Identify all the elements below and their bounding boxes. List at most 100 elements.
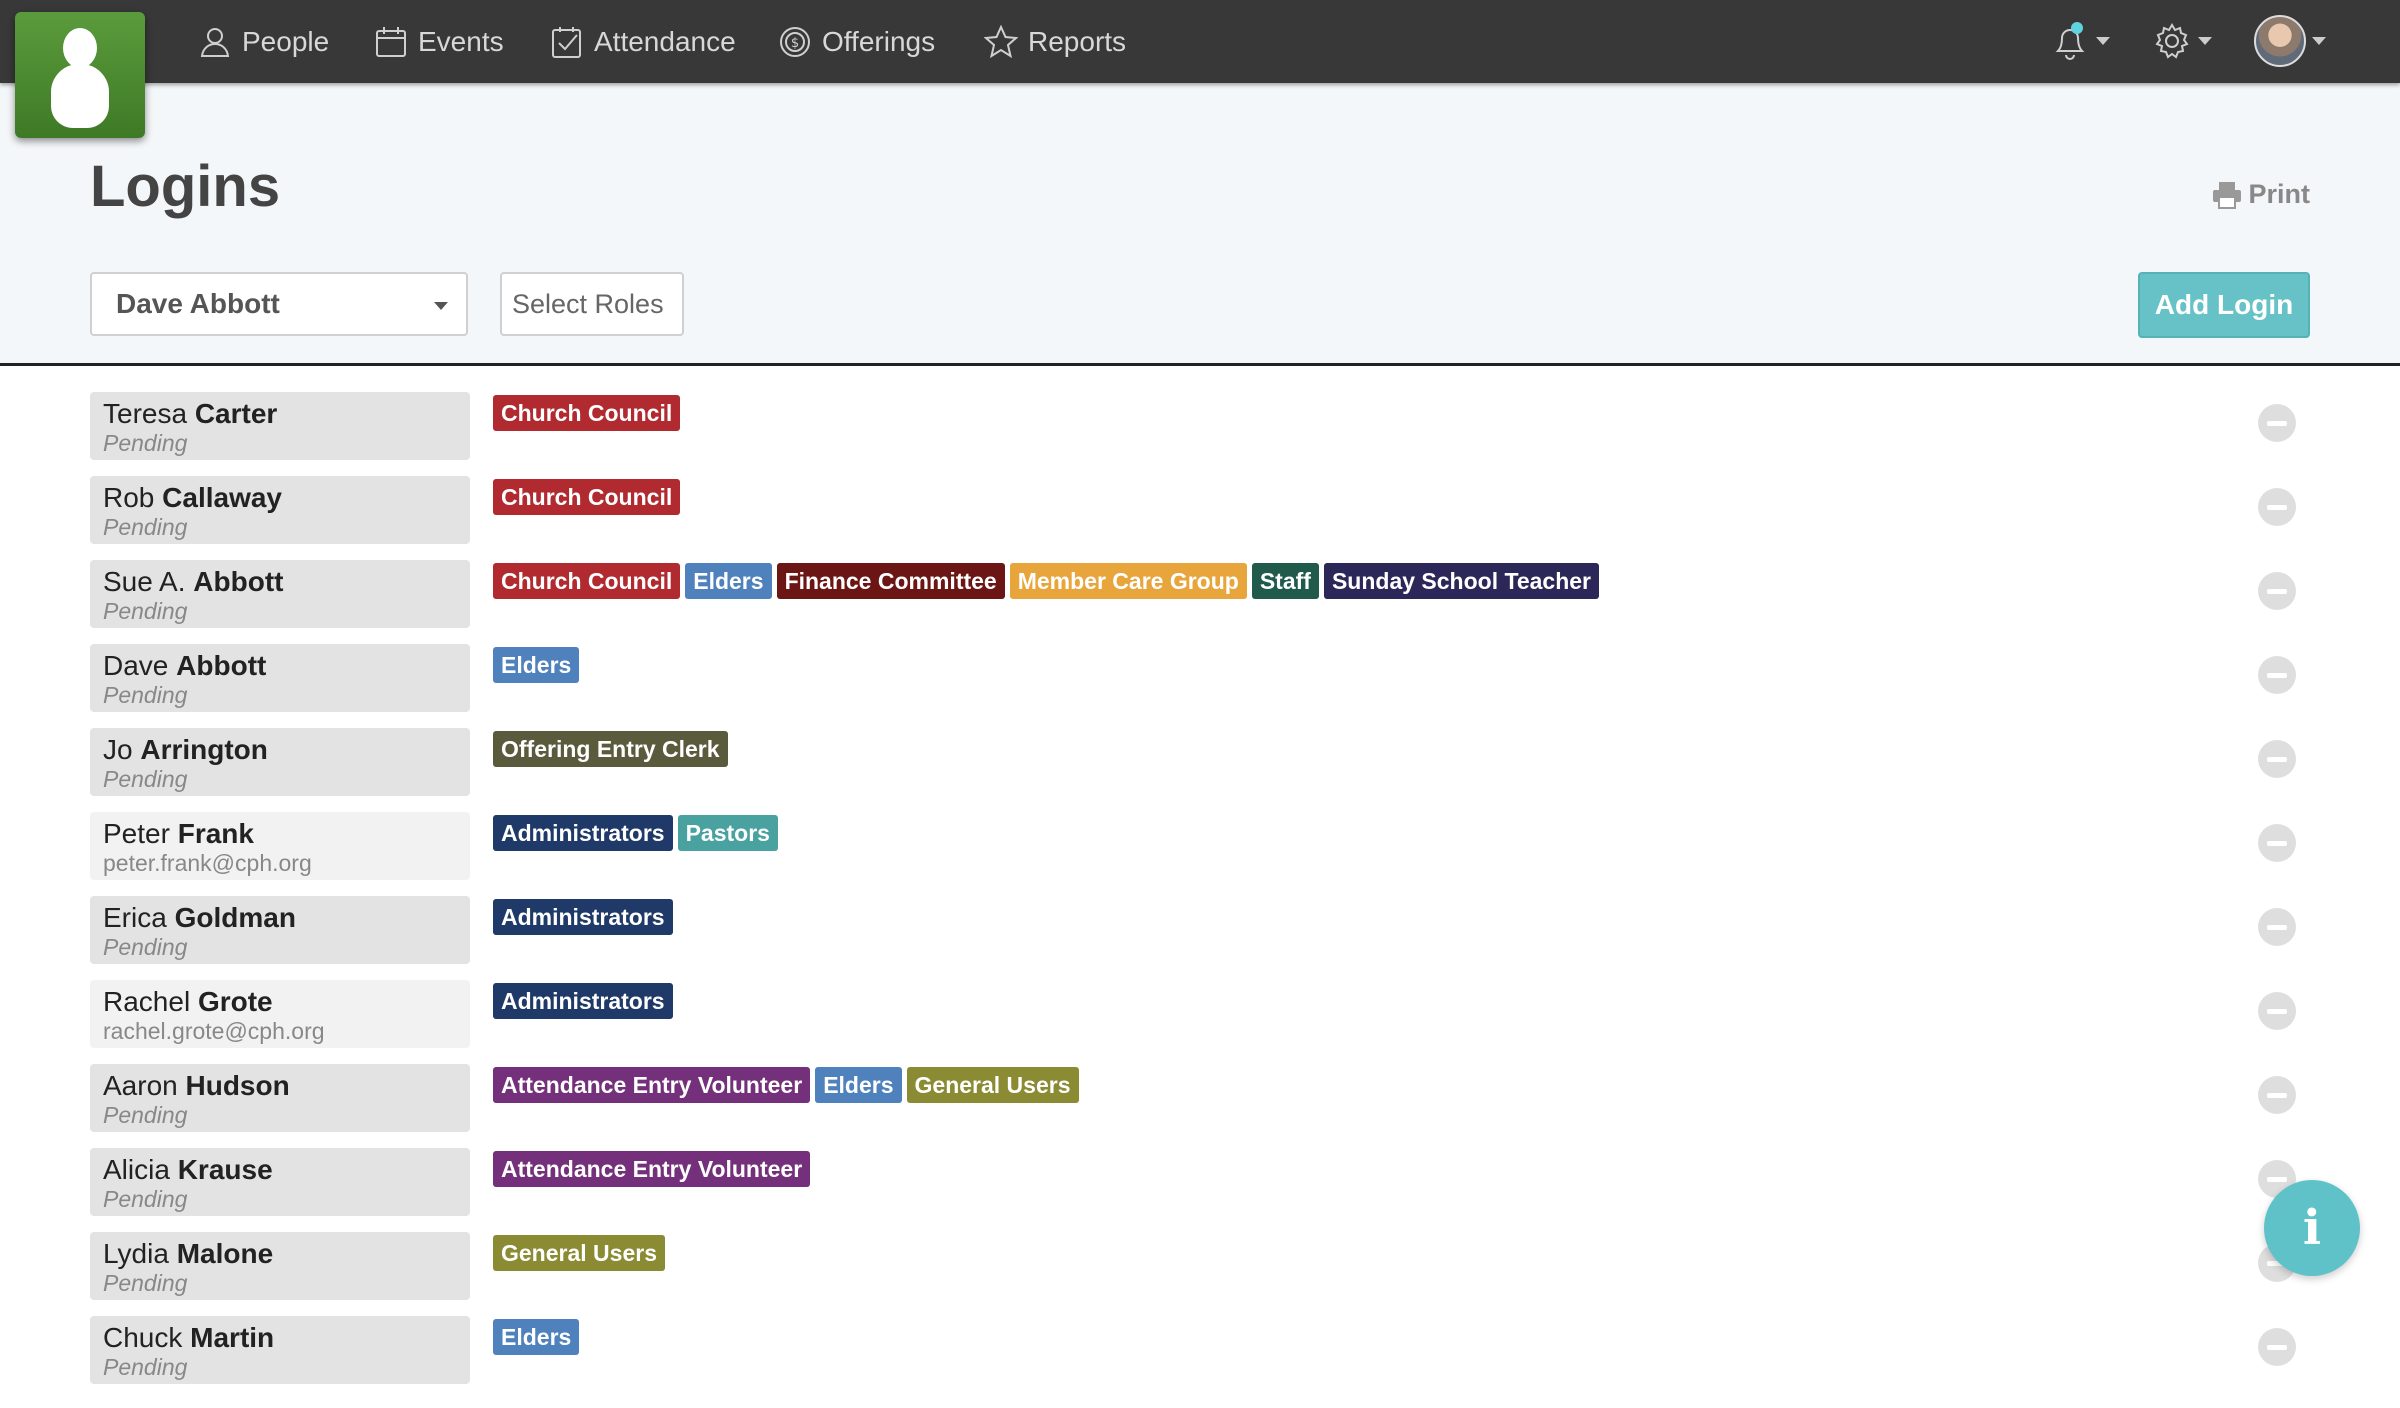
login-name: Teresa Carter [103, 398, 457, 430]
user-select-value: Dave Abbott [116, 288, 280, 319]
role-badge[interactable]: Administrators [493, 815, 673, 851]
top-navbar: People Events Attendance $ Offerings Rep… [0, 0, 2400, 83]
role-badge[interactable]: Church Council [493, 479, 681, 515]
role-badge[interactable]: Administrators [493, 899, 673, 935]
role-badges: Attendance Entry Volunteer [493, 1151, 815, 1187]
header-panel: Logins Print Dave Abbott Select Roles Ad… [0, 83, 2400, 366]
role-badges: Attendance Entry Volunteer Elders General … [493, 1067, 1084, 1103]
remove-login-icon[interactable] [2258, 656, 2296, 694]
info-button[interactable]: i [2264, 1180, 2360, 1276]
role-badge[interactable]: Finance Committee [776, 563, 1005, 599]
role-badges: Church Council Elders Finance Committee Mem… [493, 563, 1604, 599]
nav-offerings-label: Offerings [822, 26, 936, 57]
login-name-box[interactable]: Rob Callaway Pending [90, 476, 470, 544]
login-email: rachel.grote@cph.org [103, 1018, 325, 1044]
role-badge[interactable]: Elders [815, 1067, 902, 1103]
role-badges: Elders [493, 647, 584, 683]
remove-login-icon[interactable] [2258, 1076, 2296, 1114]
add-login-button[interactable]: Add Login [2138, 272, 2310, 338]
first-name: Peter [103, 818, 170, 849]
last-name: Goldman [174, 902, 296, 933]
chevron-down-icon [2096, 37, 2110, 45]
role-badge[interactable]: Member Care Group [1009, 563, 1247, 599]
remove-login-icon[interactable] [2258, 488, 2296, 526]
login-name-box[interactable]: Dave Abbott Pending [90, 644, 470, 712]
remove-login-icon[interactable] [2258, 740, 2296, 778]
nav-events[interactable]: Events [374, 20, 504, 64]
first-name: Jo [103, 734, 133, 765]
role-badge[interactable]: Church Council [493, 563, 681, 599]
login-name: Lydia Malone [103, 1238, 457, 1270]
nav-people[interactable]: People [198, 20, 329, 64]
settings-menu[interactable] [2152, 16, 2212, 66]
login-name: Aaron Hudson [103, 1070, 457, 1102]
role-badge[interactable]: Elders [685, 563, 772, 599]
first-name: Erica [103, 902, 167, 933]
app-logo[interactable] [15, 12, 145, 138]
last-name: Grote [197, 986, 273, 1017]
logo-person-head [63, 28, 97, 68]
login-name-box[interactable]: Peter Frank peter.frank@cph.org [90, 812, 470, 880]
role-badge[interactable]: Attendance Entry Volunteer [493, 1151, 811, 1187]
printer-icon [2213, 181, 2242, 209]
user-menu[interactable] [2254, 15, 2326, 67]
roles-select-placeholder: Select Roles [512, 288, 664, 319]
remove-login-icon[interactable] [2258, 824, 2296, 862]
role-badge[interactable]: Attendance Entry Volunteer [493, 1067, 811, 1103]
login-status: Pending [103, 514, 188, 540]
role-badge[interactable]: Sunday School Teacher [1323, 563, 1599, 599]
user-select[interactable]: Dave Abbott [90, 272, 468, 336]
last-name: Callaway [162, 482, 283, 513]
role-badge[interactable]: Elders [493, 647, 580, 683]
star-icon [984, 25, 1018, 59]
role-badge[interactable]: Staff [1251, 563, 1319, 599]
login-name-box[interactable]: Chuck Martin Pending [90, 1316, 470, 1384]
remove-login-icon[interactable] [2258, 1328, 2296, 1366]
login-status: Pending [103, 598, 188, 624]
nav-offerings[interactable]: $ Offerings [778, 20, 935, 64]
login-name-box[interactable]: Teresa Carter Pending [90, 392, 470, 460]
role-badge[interactable]: Elders [493, 1319, 580, 1355]
login-name: Rachel Grote [103, 986, 457, 1018]
login-name-box[interactable]: Aaron Hudson Pending [90, 1064, 470, 1132]
login-name-box[interactable]: Alicia Krause Pending [90, 1148, 470, 1216]
nav-attendance[interactable]: Attendance [550, 20, 736, 64]
login-row: Sue A. Abbott Pending Church Council Elders… [0, 560, 2400, 644]
login-name: Sue A. Abbott [103, 566, 457, 598]
login-row: Teresa Carter Pending Church Council [0, 392, 2400, 476]
last-name: Krause [177, 1154, 273, 1185]
role-badge[interactable]: General Users [906, 1067, 1079, 1103]
login-name-box[interactable]: Erica Goldman Pending [90, 896, 470, 964]
login-name: Alicia Krause [103, 1154, 457, 1186]
login-name: Erica Goldman [103, 902, 457, 934]
login-name-box[interactable]: Jo Arrington Pending [90, 728, 470, 796]
login-name: Chuck Martin [103, 1322, 457, 1354]
nav-reports-label: Reports [1028, 26, 1127, 57]
login-name-box[interactable]: Rachel Grote rachel.grote@cph.org [90, 980, 470, 1048]
remove-login-icon[interactable] [2258, 908, 2296, 946]
login-name: Peter Frank [103, 818, 457, 850]
remove-login-icon[interactable] [2258, 992, 2296, 1030]
remove-login-icon[interactable] [2258, 404, 2296, 442]
role-badge[interactable]: Church Council [493, 395, 681, 431]
role-badges: Elders [493, 1319, 584, 1355]
remove-login-icon[interactable] [2258, 572, 2296, 610]
role-badge[interactable]: Offering Entry Clerk [493, 731, 728, 767]
notifications-menu[interactable] [2050, 16, 2110, 66]
chevron-down-icon [434, 302, 448, 310]
login-status: Pending [103, 766, 188, 792]
login-row: Alicia Krause Pending Attendance Entry Vol… [0, 1148, 2400, 1232]
role-badge[interactable]: Administrators [493, 983, 673, 1019]
nav-reports[interactable]: Reports [984, 20, 1126, 64]
role-badge[interactable]: General Users [493, 1235, 665, 1271]
login-status: Pending [103, 1354, 188, 1380]
roles-select[interactable]: Select Roles [500, 272, 684, 336]
last-name: Abbott [176, 650, 267, 681]
role-badge[interactable]: Pastors [677, 815, 778, 851]
login-name-box[interactable]: Sue A. Abbott Pending [90, 560, 470, 628]
print-button[interactable]: Print [2212, 179, 2310, 210]
role-badges: Administrators [493, 983, 678, 1019]
login-row: Jo Arrington Pending Offering Entry Clerk [0, 728, 2400, 812]
role-badges: Offering Entry Clerk [493, 731, 733, 767]
login-name-box[interactable]: Lydia Malone Pending [90, 1232, 470, 1300]
